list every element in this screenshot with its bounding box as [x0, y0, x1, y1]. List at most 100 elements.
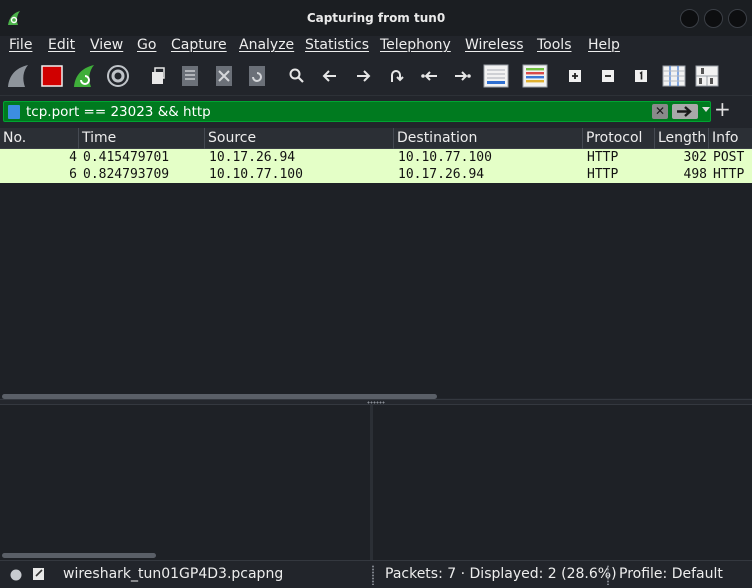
profile-status[interactable]: Profile: Default [619, 566, 723, 582]
cell-time: 0.824793709 [83, 167, 170, 182]
restart-capture-icon [74, 65, 94, 87]
cell-destination: 10.10.77.100 [398, 150, 492, 165]
go-forward-button[interactable] [351, 64, 375, 88]
colorize-button[interactable] [521, 64, 549, 88]
find-packet-icon [289, 68, 304, 83]
filter-history-dropdown-icon[interactable] [702, 107, 710, 112]
menu-statistics[interactable]: Statistics [305, 37, 369, 53]
last-packet-button[interactable] [450, 64, 474, 88]
cell-no: 6 [69, 167, 77, 182]
go-forward-icon [357, 70, 371, 82]
colorize-icon [522, 64, 548, 88]
packet-list-header: No. Time Source Destination Protocol Len… [0, 128, 752, 149]
find-packet-button[interactable] [285, 64, 309, 88]
apply-filter-button[interactable] [672, 104, 698, 119]
column-header-destination[interactable]: Destination [397, 130, 477, 146]
menu-telephony[interactable]: Telephony [380, 37, 451, 53]
normal-size-button[interactable] [629, 64, 653, 88]
menu-go[interactable]: Go [137, 37, 156, 53]
menu-tools[interactable]: Tools [537, 37, 572, 53]
open-file-button[interactable] [146, 64, 170, 88]
go-back-icon [322, 70, 336, 82]
packet-details-pane[interactable] [0, 405, 370, 560]
first-packet-button[interactable] [418, 64, 442, 88]
column-header-protocol[interactable]: Protocol [586, 130, 642, 146]
open-file-icon [152, 67, 165, 84]
zoom-in-button[interactable] [563, 64, 587, 88]
table-row[interactable]: 4 0.415479701 10.17.26.94 10.10.77.100 H… [0, 149, 752, 166]
capture-options-button[interactable] [106, 64, 130, 88]
menu-file[interactable]: File [9, 37, 32, 53]
start-capture-button[interactable] [6, 64, 30, 88]
display-filter-input[interactable]: tcp.port == 23023 && http ✕ [3, 101, 711, 122]
cell-protocol: HTTP [587, 167, 619, 182]
save-file-icon [182, 66, 198, 86]
wireshark-window: Capturing from tun0 File Edit View Go Ca… [0, 0, 752, 588]
column-header-no[interactable]: No. [3, 130, 26, 146]
zoom-in-icon [569, 70, 581, 82]
menu-help[interactable]: Help [588, 37, 620, 53]
cell-info: HTTP [713, 167, 745, 182]
menu-wireless[interactable]: Wireless [465, 37, 524, 53]
main-toolbar [0, 58, 752, 96]
close-window-button[interactable] [728, 9, 747, 28]
minimize-button[interactable] [680, 9, 699, 28]
display-filter-bar: tcp.port == 23023 && http ✕ + [0, 98, 752, 125]
details-horizontal-scrollbar[interactable] [2, 553, 156, 558]
cell-source: 10.10.77.100 [209, 167, 303, 182]
column-divider[interactable] [204, 128, 205, 149]
column-header-source[interactable]: Source [208, 130, 256, 146]
resize-columns-button[interactable] [661, 64, 687, 88]
cell-length: 498 [683, 167, 707, 182]
layout-icon [695, 65, 719, 87]
display-filter-text[interactable]: tcp.port == 23023 && http [26, 104, 211, 120]
packet-bytes-pane[interactable] [373, 405, 752, 560]
add-filter-button-icon[interactable]: + [714, 98, 731, 120]
cell-destination: 10.17.26.94 [398, 167, 485, 182]
arrow-right-icon [677, 106, 692, 117]
close-file-button[interactable] [212, 64, 236, 88]
autoscroll-icon [483, 64, 509, 88]
layout-button[interactable] [694, 64, 720, 88]
cell-no: 4 [69, 150, 77, 165]
menu-analyze[interactable]: Analyze [239, 37, 294, 53]
close-file-icon [216, 66, 232, 86]
capture-file-name: wireshark_tun01GP4D3.pcapng [63, 566, 284, 582]
column-divider[interactable] [582, 128, 583, 149]
restart-capture-button[interactable] [72, 64, 96, 88]
clear-filter-icon[interactable]: ✕ [652, 104, 668, 119]
zoom-out-icon [602, 70, 614, 82]
last-packet-icon [455, 71, 471, 81]
cell-protocol: HTTP [587, 150, 619, 165]
cell-time: 0.415479701 [83, 150, 170, 165]
expert-info-icon[interactable] [9, 568, 23, 582]
resize-columns-icon [662, 65, 686, 87]
filter-bookmark-icon[interactable] [8, 105, 20, 119]
menu-edit[interactable]: Edit [48, 37, 75, 53]
menu-capture[interactable]: Capture [171, 37, 227, 53]
autoscroll-button[interactable] [482, 64, 510, 88]
shark-fin-start-icon [8, 65, 28, 87]
column-divider[interactable] [393, 128, 394, 149]
column-header-info[interactable]: Info [712, 130, 739, 146]
column-header-length[interactable]: Length [658, 130, 706, 146]
column-header-time[interactable]: Time [82, 130, 116, 146]
go-to-packet-button[interactable] [384, 64, 408, 88]
normal-size-icon [635, 70, 647, 82]
status-separator [372, 565, 374, 585]
column-divider[interactable] [708, 128, 709, 149]
column-divider[interactable] [654, 128, 655, 149]
splitter-grip-icon [367, 401, 385, 404]
first-packet-icon [421, 71, 437, 81]
zoom-out-button[interactable] [596, 64, 620, 88]
menu-view[interactable]: View [90, 37, 123, 53]
reload-file-button[interactable] [245, 64, 269, 88]
table-row[interactable]: 6 0.824793709 10.10.77.100 10.17.26.94 H… [0, 166, 752, 183]
column-divider[interactable] [78, 128, 79, 149]
go-back-button[interactable] [318, 64, 342, 88]
maximize-button[interactable] [704, 9, 723, 28]
capture-comment-icon[interactable] [31, 566, 47, 582]
capture-options-icon [107, 65, 129, 87]
stop-capture-button[interactable] [40, 64, 64, 88]
save-file-button[interactable] [178, 64, 202, 88]
